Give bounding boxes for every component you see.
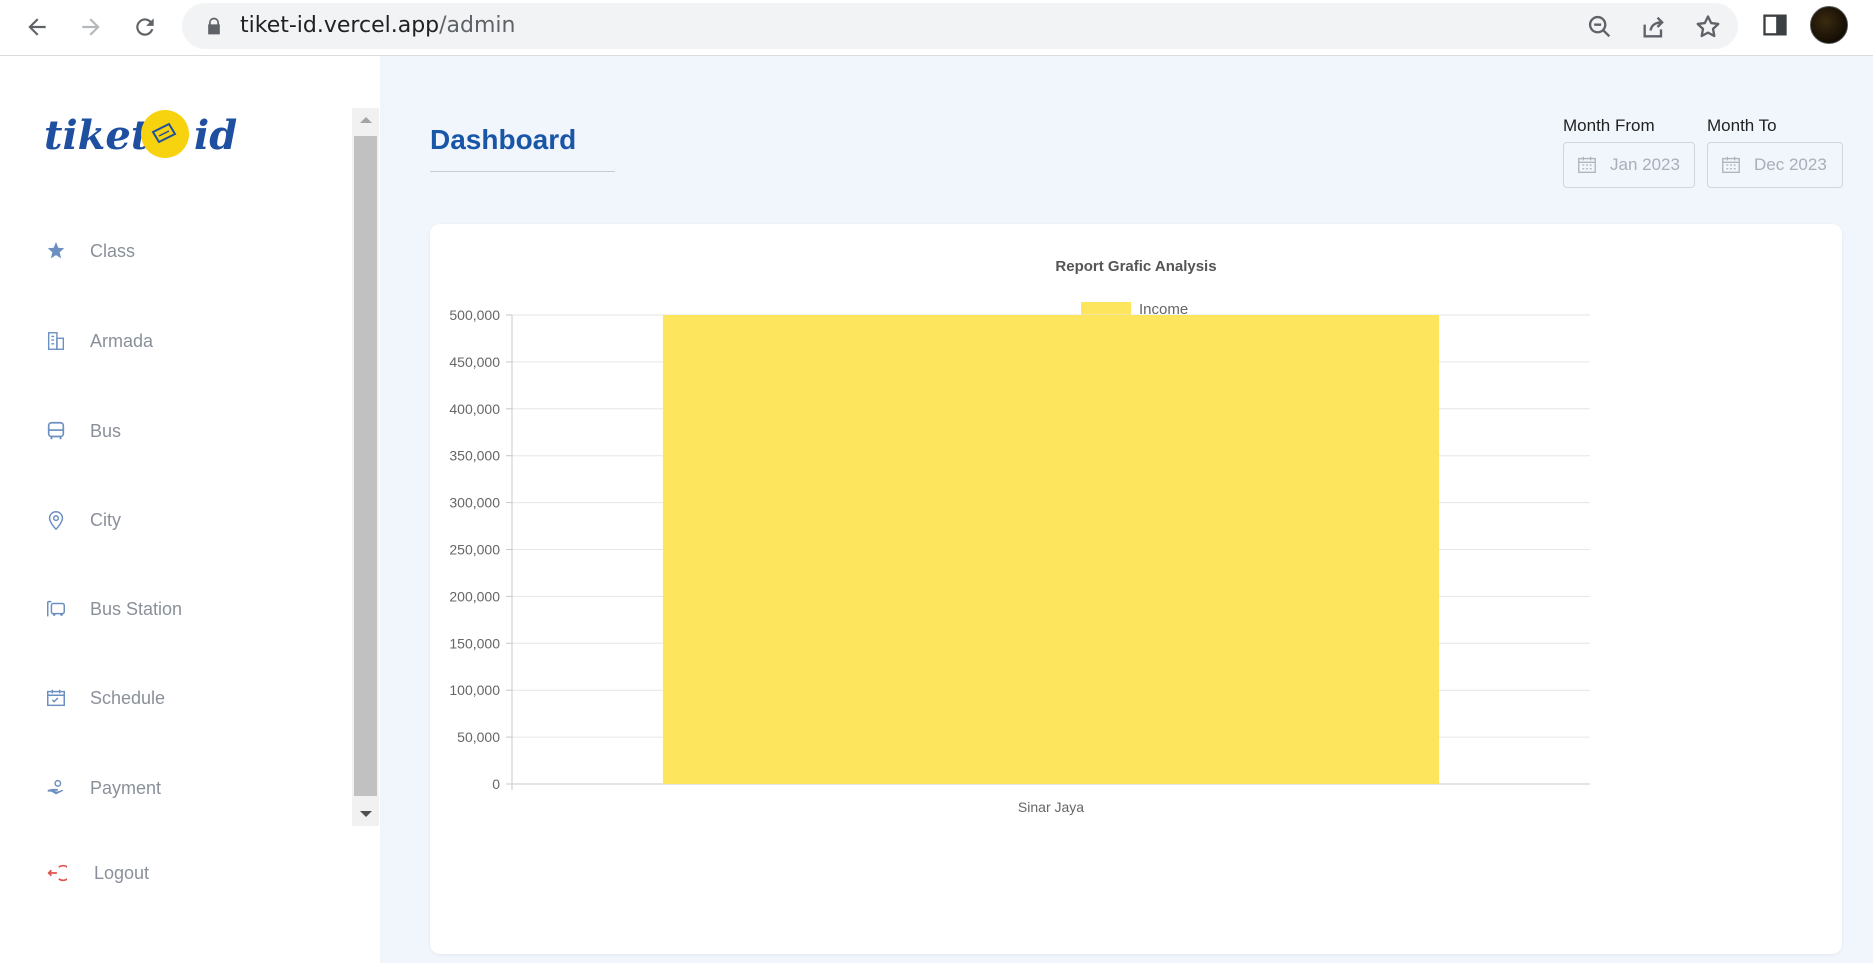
profile-avatar[interactable] (1810, 6, 1848, 44)
sidebar-item-label: Bus (90, 420, 122, 441)
y-tick-label: 250,000 (449, 542, 500, 558)
side-panel-icon[interactable] (1761, 11, 1789, 39)
tiket-id-logo[interactable]: tiket id (44, 106, 238, 166)
month-from-input[interactable]: Jan 2023 (1563, 142, 1695, 188)
lock-icon[interactable] (204, 16, 224, 36)
sidebar-item-schedule[interactable]: Schedule (44, 678, 165, 718)
sidebar-item-class[interactable]: Class (44, 231, 135, 271)
zoom-out-icon[interactable] (1586, 13, 1614, 41)
logout-icon (44, 861, 68, 885)
bus-station-icon (44, 597, 68, 621)
star-icon[interactable] (1694, 13, 1722, 41)
y-tick-label: 350,000 (449, 448, 500, 464)
month-to-label: Month To (1707, 116, 1777, 135)
address-bar[interactable]: tiket-id.vercel.app/admin (182, 3, 1738, 49)
month-to-input[interactable]: Dec 2023 (1707, 142, 1843, 188)
scroll-thumb[interactable] (354, 136, 377, 796)
y-tick-label: 200,000 (449, 588, 500, 604)
chart-bars (662, 315, 1440, 784)
browser-toolbar: tiket-id.vercel.app/admin (0, 0, 1873, 56)
y-tick-label: 500,000 (449, 307, 500, 323)
x-tick-label: Sinar Jaya (1018, 799, 1084, 815)
sidebar-item-payment[interactable]: Payment (44, 768, 161, 808)
sidebar-item-label: Payment (90, 777, 162, 798)
logo-ticket-icon (141, 110, 189, 158)
sidebar-item-label: Bus Station (90, 598, 183, 619)
class-icon (44, 239, 68, 263)
url-text[interactable]: tiket-id.vercel.app/admin (240, 13, 516, 38)
location-pin-icon (44, 508, 68, 532)
sidebar-item-bus-station[interactable]: Bus Station (44, 589, 182, 629)
calendar-icon (1578, 156, 1596, 174)
title-divider (430, 171, 615, 172)
payment-hand-icon (44, 776, 68, 800)
y-tick-label: 450,000 (449, 354, 500, 370)
sidebar-item-city[interactable]: City (44, 500, 121, 540)
bar-income[interactable] (662, 315, 1440, 784)
month-to-group: Month To Dec 2023 (1707, 116, 1843, 188)
chart-title: Report Grafic Analysis (1055, 258, 1216, 275)
y-tick-label: 150,000 (449, 635, 500, 651)
month-from-label: Month From (1563, 116, 1655, 135)
y-tick-label: 100,000 (449, 682, 500, 698)
logo-text-right: id (194, 112, 238, 159)
share-icon[interactable] (1640, 13, 1668, 41)
month-from-group: Month From Jan 2023 (1563, 116, 1695, 188)
sidebar-item-armada[interactable]: Armada (44, 321, 153, 361)
month-from-value: Jan 2023 (1610, 155, 1680, 174)
url-path: /admin (439, 13, 516, 38)
logout-label: Logout (94, 862, 150, 883)
x-axis-ticks: Sinar Jaya (1018, 799, 1084, 815)
building-icon (44, 329, 68, 353)
sidebar-item-bus[interactable]: Bus (44, 411, 121, 451)
sidebar-item-label: City (90, 509, 121, 530)
y-tick-label: 50,000 (457, 729, 500, 745)
sidebar-scrollbar[interactable] (352, 108, 379, 826)
month-to-value: Dec 2023 (1754, 155, 1827, 174)
reload-icon[interactable] (128, 10, 162, 44)
y-tick-label: 0 (492, 776, 500, 792)
sidebar-item-logout[interactable]: Logout (44, 853, 149, 893)
forward-arrow-icon[interactable] (74, 10, 108, 44)
sidebar: tiket id Class Armada Bus City Bus Stati… (0, 56, 380, 963)
scroll-up-icon[interactable] (352, 110, 379, 130)
y-tick-label: 400,000 (449, 401, 500, 417)
sidebar-item-label: Armada (90, 330, 154, 351)
calendar-icon (44, 686, 68, 710)
logo-text-left: tiket (44, 112, 150, 159)
calendar-icon (1722, 156, 1740, 174)
income-bar-chart: Report Grafic Analysis Income 050,000100… (449, 258, 1590, 815)
chart-card: Report Grafic Analysis Income 0 50,000 100… (430, 224, 1842, 954)
y-axis-ticks: 0 50,000 100,000 150,000 200,000 250,000 300,0… (449, 307, 500, 792)
main-content: Dashboard Month From Jan 2023 Month To D… (380, 56, 1873, 963)
sidebar-item-label: Schedule (90, 687, 166, 708)
sidebar-item-label: Class (90, 240, 136, 261)
scroll-down-icon[interactable] (352, 804, 379, 824)
url-host: tiket-id.vercel.app (240, 13, 440, 38)
page-title: Dashboard (430, 124, 577, 155)
bus-icon (44, 419, 68, 443)
back-arrow-icon[interactable] (20, 10, 54, 44)
y-tick-label: 300,000 (449, 495, 500, 511)
